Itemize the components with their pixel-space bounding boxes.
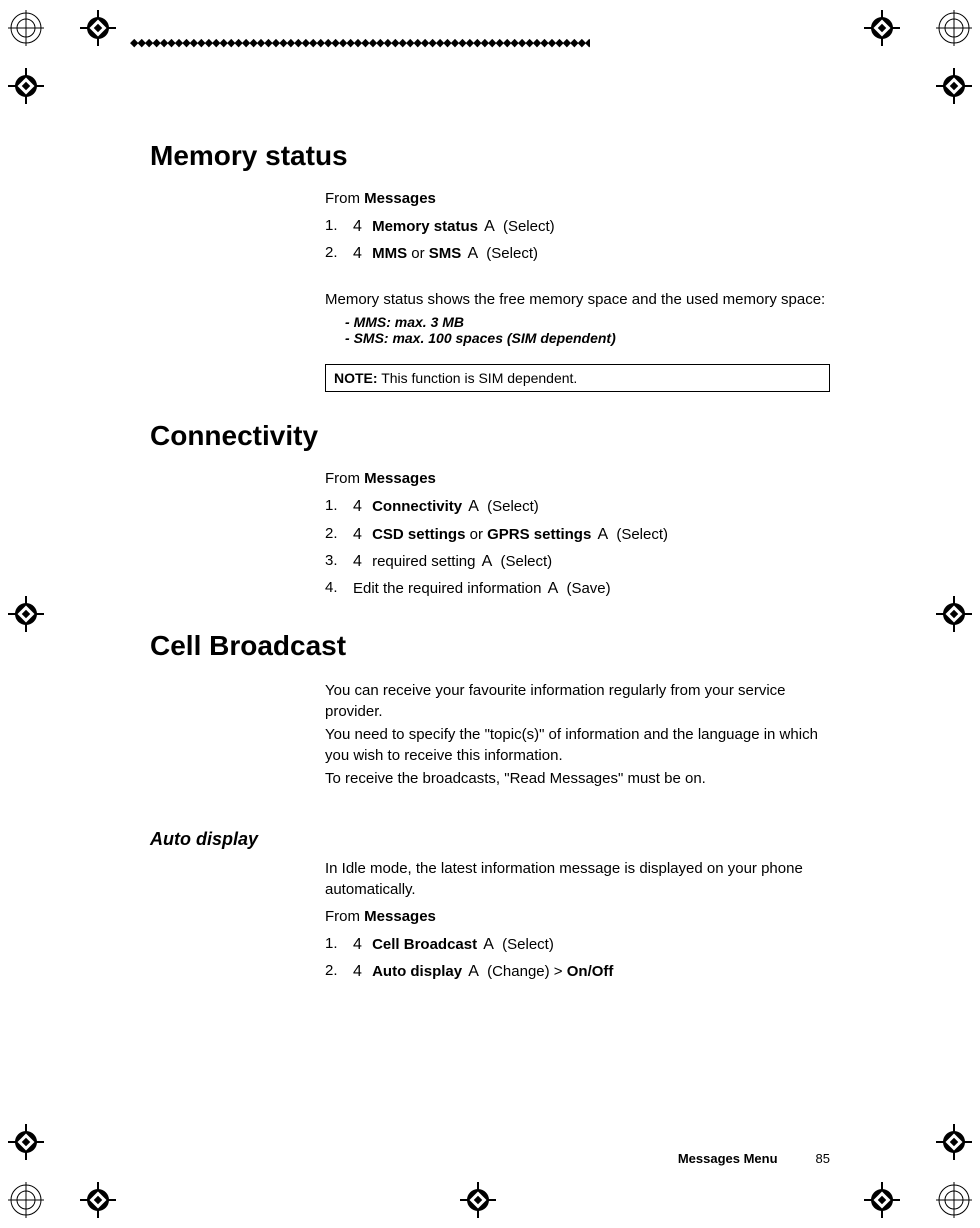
page-footer: Messages Menu 85 bbox=[678, 1151, 830, 1166]
page-number: 85 bbox=[816, 1151, 830, 1166]
nav-symbol: 4 bbox=[353, 245, 362, 262]
action-symbol: A bbox=[484, 218, 495, 235]
from-target: Messages bbox=[364, 470, 436, 487]
nav-symbol: 4 bbox=[353, 526, 362, 543]
memory-status-block: From Messages 4 Memory status A (Select)… bbox=[325, 190, 830, 392]
nav-symbol: 4 bbox=[353, 553, 362, 570]
memory-description: Memory status shows the free memory spac… bbox=[325, 289, 830, 310]
step-action: (Select) bbox=[502, 936, 554, 953]
step-item: GPRS settings bbox=[487, 526, 591, 543]
from-target: Messages bbox=[364, 908, 436, 925]
registration-mark-icon bbox=[8, 10, 44, 46]
step: 4 Cell Broadcast A (Select) bbox=[325, 931, 830, 958]
step-action: (Select) bbox=[503, 218, 555, 235]
action-symbol: A bbox=[468, 498, 479, 515]
step-item: Auto display bbox=[372, 963, 462, 980]
nav-symbol: 4 bbox=[353, 963, 362, 980]
heading-memory-status: Memory status bbox=[150, 140, 830, 172]
heading-connectivity: Connectivity bbox=[150, 420, 830, 452]
step: Edit the required information A (Save) bbox=[325, 575, 830, 602]
step-item: Connectivity bbox=[372, 498, 462, 515]
from-target: Messages bbox=[364, 190, 436, 207]
from-line: From Messages bbox=[325, 190, 830, 207]
auto-display-intro: In Idle mode, the latest information mes… bbox=[325, 858, 830, 900]
crop-mark-icon bbox=[460, 1182, 496, 1218]
step: 4 CSD settings or GPRS settings A (Selec… bbox=[325, 521, 830, 548]
step: 4 required setting A (Select) bbox=[325, 548, 830, 575]
crop-mark-icon bbox=[936, 68, 972, 104]
step-action: (Select) bbox=[486, 245, 538, 262]
from-prefix: From bbox=[325, 908, 364, 925]
heading-cell-broadcast: Cell Broadcast bbox=[150, 630, 830, 662]
step: 4 Memory status A (Select) bbox=[325, 213, 830, 240]
bullet-item: MMS: max. 3 MB bbox=[345, 314, 830, 330]
step-item: CSD settings bbox=[372, 526, 465, 543]
step-item: MMS bbox=[372, 245, 407, 262]
step-mid: or bbox=[407, 245, 429, 262]
action-symbol: A bbox=[467, 245, 478, 262]
subheading-auto-display: Auto display bbox=[150, 829, 830, 850]
from-prefix: From bbox=[325, 470, 364, 487]
cb-para: You need to specify the "topic(s)" of in… bbox=[325, 724, 830, 766]
footer-section: Messages Menu bbox=[678, 1151, 778, 1166]
cb-para: You can receive your favourite informati… bbox=[325, 680, 830, 722]
crop-mark-icon bbox=[8, 1124, 44, 1160]
note-text: This function is SIM dependent. bbox=[378, 370, 578, 386]
crop-mark-icon bbox=[936, 596, 972, 632]
crop-mark-icon bbox=[8, 68, 44, 104]
page-content: Memory status From Messages 4 Memory sta… bbox=[150, 140, 830, 986]
action-symbol: A bbox=[482, 553, 493, 570]
crop-mark-icon bbox=[864, 10, 900, 46]
bullet-item: SMS: max. 100 spaces (SIM dependent) bbox=[345, 330, 830, 346]
crop-mark-icon bbox=[936, 1124, 972, 1160]
from-prefix: From bbox=[325, 190, 364, 207]
nav-symbol: 4 bbox=[353, 936, 362, 953]
crop-mark-icon bbox=[8, 596, 44, 632]
diamond-strip: ◆◆◆◆◆◆◆◆◆◆◆◆◆◆◆◆◆◆◆◆◆◆◆◆◆◆◆◆◆◆◆◆◆◆◆◆◆◆◆◆… bbox=[130, 36, 590, 49]
step-action: (Select) bbox=[500, 553, 552, 570]
memory-bullets: MMS: max. 3 MB SMS: max. 100 spaces (SIM… bbox=[325, 314, 830, 346]
auto-display-block: In Idle mode, the latest information mes… bbox=[325, 858, 830, 985]
from-line: From Messages bbox=[325, 908, 830, 925]
step-plain: required setting bbox=[368, 553, 480, 570]
registration-mark-icon bbox=[936, 10, 972, 46]
connectivity-steps: 4 Connectivity A (Select) 4 CSD settings… bbox=[325, 493, 830, 602]
step: 4 MMS or SMS A (Select) bbox=[325, 240, 830, 267]
step: 4 Auto display A (Change) > On/Off bbox=[325, 958, 830, 985]
crop-mark-icon bbox=[80, 10, 116, 46]
step-action: (Save) bbox=[566, 580, 610, 597]
from-line: From Messages bbox=[325, 470, 830, 487]
cb-para: To receive the broadcasts, "Read Message… bbox=[325, 768, 830, 789]
note-label: NOTE: bbox=[334, 370, 378, 386]
action-symbol: A bbox=[483, 936, 494, 953]
memory-status-steps: 4 Memory status A (Select) 4 MMS or SMS … bbox=[325, 213, 830, 267]
connectivity-block: From Messages 4 Connectivity A (Select) … bbox=[325, 470, 830, 602]
step-plain: Edit the required information bbox=[353, 580, 546, 597]
cell-broadcast-block: You can receive your favourite informati… bbox=[325, 680, 830, 789]
crop-mark-icon bbox=[864, 1182, 900, 1218]
step-mid: or bbox=[465, 526, 487, 543]
step-action: (Select) bbox=[616, 526, 668, 543]
step: 4 Connectivity A (Select) bbox=[325, 493, 830, 520]
step-item: SMS bbox=[429, 245, 462, 262]
crop-mark-icon bbox=[80, 1182, 116, 1218]
action-symbol: A bbox=[468, 963, 479, 980]
nav-symbol: 4 bbox=[353, 218, 362, 235]
registration-mark-icon bbox=[8, 1182, 44, 1218]
step-tail: On/Off bbox=[567, 963, 614, 980]
step-action: (Change) > bbox=[487, 963, 567, 980]
step-action: (Select) bbox=[487, 498, 539, 515]
auto-display-steps: 4 Cell Broadcast A (Select) 4 Auto displ… bbox=[325, 931, 830, 985]
note-box: NOTE: This function is SIM dependent. bbox=[325, 364, 830, 392]
action-symbol: A bbox=[597, 526, 608, 543]
registration-mark-icon bbox=[936, 1182, 972, 1218]
action-symbol: A bbox=[548, 580, 559, 597]
step-item: Memory status bbox=[372, 218, 478, 235]
step-item: Cell Broadcast bbox=[372, 936, 477, 953]
nav-symbol: 4 bbox=[353, 498, 362, 515]
